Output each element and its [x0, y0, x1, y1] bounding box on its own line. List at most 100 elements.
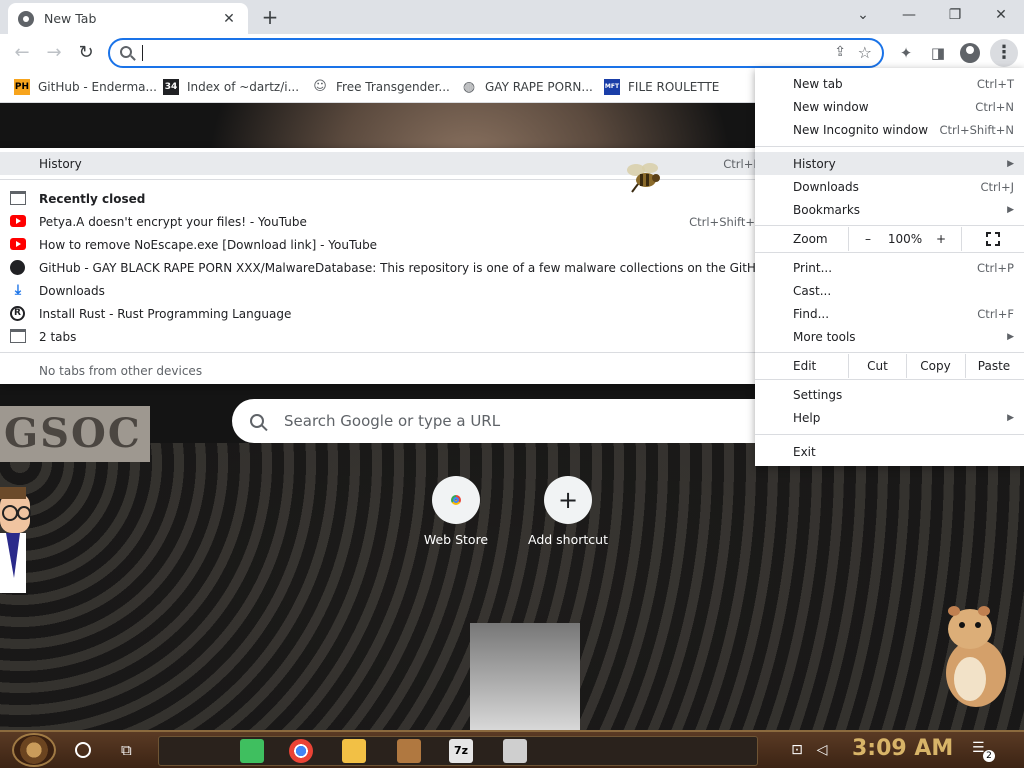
- bonzi-icon[interactable]: [397, 739, 421, 763]
- menu-item-print[interactable]: Print... Ctrl+P: [755, 256, 1024, 279]
- menu-item-more-tools[interactable]: More tools ▶: [755, 325, 1024, 348]
- window-app-icon[interactable]: [503, 739, 527, 763]
- edit-label: Edit: [793, 359, 817, 373]
- history-item-2-tabs[interactable]: 2 tabs ▶: [0, 325, 786, 348]
- desktop-character-man[interactable]: [0, 483, 36, 603]
- bookmark-item[interactable]: ☺ Free Transgender...: [312, 77, 450, 97]
- menu-item-downloads[interactable]: Downloads Ctrl+J: [755, 175, 1024, 198]
- github-icon: [10, 260, 25, 275]
- bookmark-item[interactable]: 34 Index of ~dartz/i...: [163, 77, 299, 97]
- divider: [961, 227, 962, 251]
- notes-app-icon[interactable]: [240, 739, 264, 763]
- fullscreen-icon[interactable]: [985, 231, 1001, 247]
- notification-count-badge: 2: [983, 750, 995, 762]
- submenu-arrow-icon: ▶: [1007, 158, 1014, 169]
- menu-item-new-incognito[interactable]: New Incognito window Ctrl+Shift+N: [755, 118, 1024, 141]
- bookmark-label: GAY RAPE PORN...: [485, 80, 593, 94]
- zoom-label: Zoom: [793, 232, 828, 246]
- rust-icon: R: [10, 306, 25, 321]
- shortcut-add[interactable]: + Add shortcut: [518, 476, 618, 547]
- back-button[interactable]: ←: [8, 39, 36, 67]
- tab-close-icon[interactable]: ✕: [220, 10, 238, 28]
- restore-button[interactable]: ❐: [932, 4, 978, 28]
- reload-button[interactable]: ↻: [72, 39, 100, 67]
- bookmark-item[interactable]: ◍ GAY RAPE PORN...: [461, 77, 593, 97]
- bookmark-item[interactable]: MFT FILE ROULETTE: [604, 77, 719, 97]
- shortcut-label: Web Store: [423, 532, 489, 547]
- shortcut-tile: [432, 476, 480, 524]
- desktop-hamster[interactable]: [940, 603, 1010, 709]
- chrome-icon[interactable]: [289, 739, 313, 763]
- tab-search-button[interactable]: ⌄: [840, 4, 886, 28]
- window-icon: [10, 329, 26, 343]
- menu-shortcut: Ctrl+F: [977, 306, 1014, 321]
- history-item-label: GitHub - GAY BLACK RAPE PORN XXX/Malware…: [39, 260, 775, 275]
- history-header-item[interactable]: History Ctrl+H: [0, 152, 786, 175]
- history-item[interactable]: R Install Rust - Rust Programming Langua…: [0, 302, 786, 325]
- address-bar[interactable]: ⇪ ☆: [108, 38, 884, 68]
- divider: [755, 225, 1024, 226]
- menu-item-label: New window: [793, 99, 869, 114]
- youtube-icon: [10, 238, 26, 250]
- menu-item-label: History: [793, 156, 836, 171]
- menu-shortcut: Ctrl+J: [980, 179, 1015, 194]
- file-explorer-icon[interactable]: [342, 739, 366, 763]
- menu-item-history[interactable]: History ▶: [755, 152, 1024, 175]
- network-icon[interactable]: ⊡: [788, 741, 806, 759]
- history-item[interactable]: Petya.A doesn't encrypt your files! - Yo…: [0, 210, 786, 233]
- ntp-search-box[interactable]: Search Google or type a URL: [232, 399, 792, 443]
- zoom-in-button[interactable]: +: [929, 227, 953, 251]
- menu-item-settings[interactable]: Settings: [755, 383, 1024, 406]
- mft-icon: MFT: [604, 79, 620, 95]
- minimize-button[interactable]: —: [886, 4, 932, 28]
- menu-item-help[interactable]: Help ▶: [755, 406, 1024, 429]
- menu-item-new-window[interactable]: New window Ctrl+N: [755, 95, 1024, 118]
- copy-button[interactable]: Copy: [907, 354, 964, 378]
- menu-item-bookmarks[interactable]: Bookmarks ▶: [755, 198, 1024, 221]
- divider: [0, 179, 786, 180]
- tab-new-tab[interactable]: New Tab ✕: [8, 3, 248, 34]
- shortcut-web-store[interactable]: Web Store: [406, 476, 506, 547]
- volume-muted-icon[interactable]: ◁: [813, 741, 831, 759]
- history-item[interactable]: How to remove NoEscape.exe [Download lin…: [0, 233, 786, 256]
- task-view-icon[interactable]: ⧉: [121, 741, 139, 759]
- profile-avatar-icon[interactable]: [960, 43, 980, 63]
- start-button-icon[interactable]: [12, 733, 56, 767]
- close-window-button[interactable]: ✕: [978, 4, 1024, 28]
- ph-icon: PH: [14, 79, 30, 95]
- bookmark-item[interactable]: PH GitHub - Enderma...: [14, 77, 157, 97]
- edit-row: Edit Cut Copy Paste: [755, 354, 1024, 378]
- gsoc-sign: GSOC: [0, 406, 150, 462]
- menu-item-exit[interactable]: Exit: [755, 440, 1024, 463]
- cortana-icon[interactable]: [75, 742, 91, 758]
- menu-item-label: Help: [793, 410, 821, 425]
- share-icon[interactable]: ⇪: [834, 44, 846, 60]
- web-store-icon: [446, 490, 466, 510]
- divider: [755, 352, 1024, 353]
- bookmark-star-icon[interactable]: ☆: [858, 43, 872, 62]
- extensions-icon[interactable]: ✦: [896, 43, 916, 63]
- tab-title: New Tab: [44, 11, 97, 26]
- forward-button[interactable]: →: [40, 39, 68, 67]
- search-icon: [120, 46, 132, 58]
- history-item-label: Petya.A doesn't encrypt your files! - Yo…: [39, 214, 307, 229]
- cut-button[interactable]: Cut: [849, 354, 906, 378]
- tab-strip: New Tab ✕ + ⌄ — ❐ ✕: [0, 0, 1024, 34]
- menu-item-label: Exit: [793, 444, 816, 459]
- divider: [848, 227, 849, 251]
- zoom-out-button[interactable]: –: [855, 227, 881, 251]
- desktop-wasp[interactable]: [626, 162, 662, 194]
- chrome-menu-button[interactable]: ⋮: [990, 39, 1018, 67]
- history-item[interactable]: ⤓ Downloads: [0, 279, 786, 302]
- side-panel-icon[interactable]: ◨: [928, 43, 948, 63]
- new-tab-button[interactable]: +: [258, 6, 282, 30]
- menu-item-cast[interactable]: Cast...: [755, 279, 1024, 302]
- menu-item-find[interactable]: Find... Ctrl+F: [755, 302, 1024, 325]
- history-item[interactable]: GitHub - GAY BLACK RAPE PORN XXX/Malware…: [0, 256, 786, 279]
- 7zip-icon[interactable]: 7z: [449, 739, 473, 763]
- menu-item-new-tab[interactable]: New tab Ctrl+T: [755, 72, 1024, 95]
- paste-button[interactable]: Paste: [966, 354, 1022, 378]
- taskbar-clock[interactable]: 3:09 AM: [852, 736, 953, 761]
- bookmark-label: Index of ~dartz/i...: [187, 80, 300, 94]
- menu-item-label: Find...: [793, 306, 830, 321]
